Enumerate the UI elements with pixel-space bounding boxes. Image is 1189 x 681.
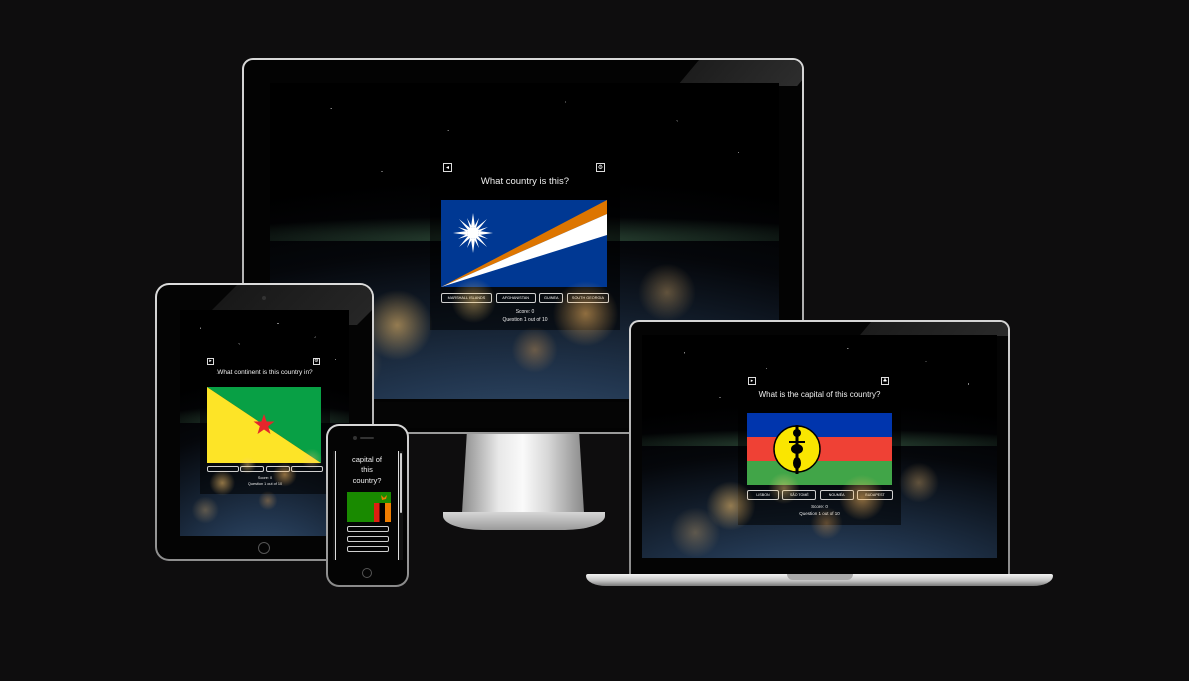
phone-question-line: country?: [352, 476, 382, 485]
laptop-answer-list: LISBON SÃO TOMÉ NOUMÉA BUDAPEST: [747, 490, 893, 500]
desktop-question: What country is this?: [480, 176, 570, 187]
laptop-score: Score: 0: [811, 504, 828, 509]
laptop-arrow-button[interactable]: ▸: [748, 377, 756, 385]
phone-camera: [353, 436, 357, 440]
zambia-flag: [347, 492, 391, 522]
answer-button[interactable]: [290, 466, 323, 472]
arrow-icon: ▸: [750, 377, 754, 384]
answer-button[interactable]: SOUTH GEORGIA: [566, 293, 609, 303]
tablet-quiz-card: ▸ ⚙ What continent is this country in? S…: [200, 354, 330, 494]
answer-button[interactable]: [207, 466, 239, 472]
laptop-glare: [859, 322, 1008, 336]
answer-button[interactable]: AFGHANISTAN: [495, 293, 536, 303]
laptop-quiz-card: ▸ ♣ What is the capital of this country?…: [738, 373, 901, 525]
answer-button[interactable]: [347, 546, 389, 552]
tablet-camera: [262, 296, 266, 300]
phone-question-line: capital of: [351, 455, 383, 464]
answer-button[interactable]: [240, 466, 265, 472]
tablet-settings-button[interactable]: ⚙: [313, 358, 320, 365]
marshall-islands-flag: [441, 200, 607, 287]
desktop-arrow-button[interactable]: ◂: [443, 163, 452, 172]
tablet-screen: ▸ ⚙ What continent is this country in? S…: [180, 310, 349, 536]
laptop-progress: Question 1 out of 10: [799, 511, 840, 516]
tablet-arrow-button[interactable]: ▸: [207, 358, 214, 365]
answer-button[interactable]: [347, 536, 389, 542]
tablet-question: What continent is this country in?: [217, 369, 313, 376]
gear-icon: ♣: [882, 377, 888, 384]
french-guiana-flag: [207, 387, 321, 463]
arrow-icon: ◂: [445, 163, 449, 171]
tablet-progress: Question 1 out of 10: [247, 482, 283, 486]
laptop-settings-button[interactable]: ♣: [881, 377, 889, 385]
tablet-score: Score: 0: [257, 476, 273, 480]
phone-screen: capital of this country?: [333, 451, 403, 560]
phone-scrollbar[interactable]: [400, 453, 402, 513]
desktop-progress: Question 1 out of 10: [502, 317, 548, 323]
arrow-icon: ▸: [209, 358, 212, 364]
answer-button[interactable]: GUINEA: [539, 293, 564, 303]
answer-button[interactable]: LISBON: [747, 490, 779, 500]
laptop-screen: ▸ ♣ What is the capital of this country?…: [642, 335, 997, 558]
desktop-score: Score: 0: [515, 309, 535, 315]
desktop-answer-list: MARSHALL ISLANDS AFGHANISTAN GUINEA SOUT…: [441, 293, 609, 303]
tablet-home-button[interactable]: [258, 542, 270, 554]
desktop-quiz-card: ◂ ⚙ What country is this? MARSHALL ISLAN…: [430, 160, 620, 330]
monitor-stand: [462, 432, 584, 524]
new-caledonia-flag: [747, 413, 892, 485]
gear-icon: ⚙: [314, 358, 319, 364]
phone-home-button[interactable]: [362, 568, 372, 578]
answer-button[interactable]: NOUMÉA: [819, 490, 854, 500]
answer-button[interactable]: SÃO TOMÉ: [782, 490, 817, 500]
answer-button[interactable]: [347, 526, 389, 532]
phone-question-line: this: [361, 465, 373, 474]
phone-quiz-card: capital of this country?: [335, 451, 399, 560]
answer-button[interactable]: BUDAPEST: [856, 490, 893, 500]
desktop-settings-button[interactable]: ⚙: [596, 163, 605, 172]
answer-button[interactable]: MARSHALL ISLANDS: [441, 293, 492, 303]
answer-button[interactable]: [265, 466, 290, 472]
tablet-answer-list: [207, 466, 323, 472]
monitor-stand-base: [443, 512, 605, 530]
gear-icon: ⚙: [597, 163, 604, 171]
phone-speaker: [360, 437, 374, 439]
laptop-notch: [787, 574, 853, 580]
laptop-question: What is the capital of this country?: [758, 390, 881, 399]
